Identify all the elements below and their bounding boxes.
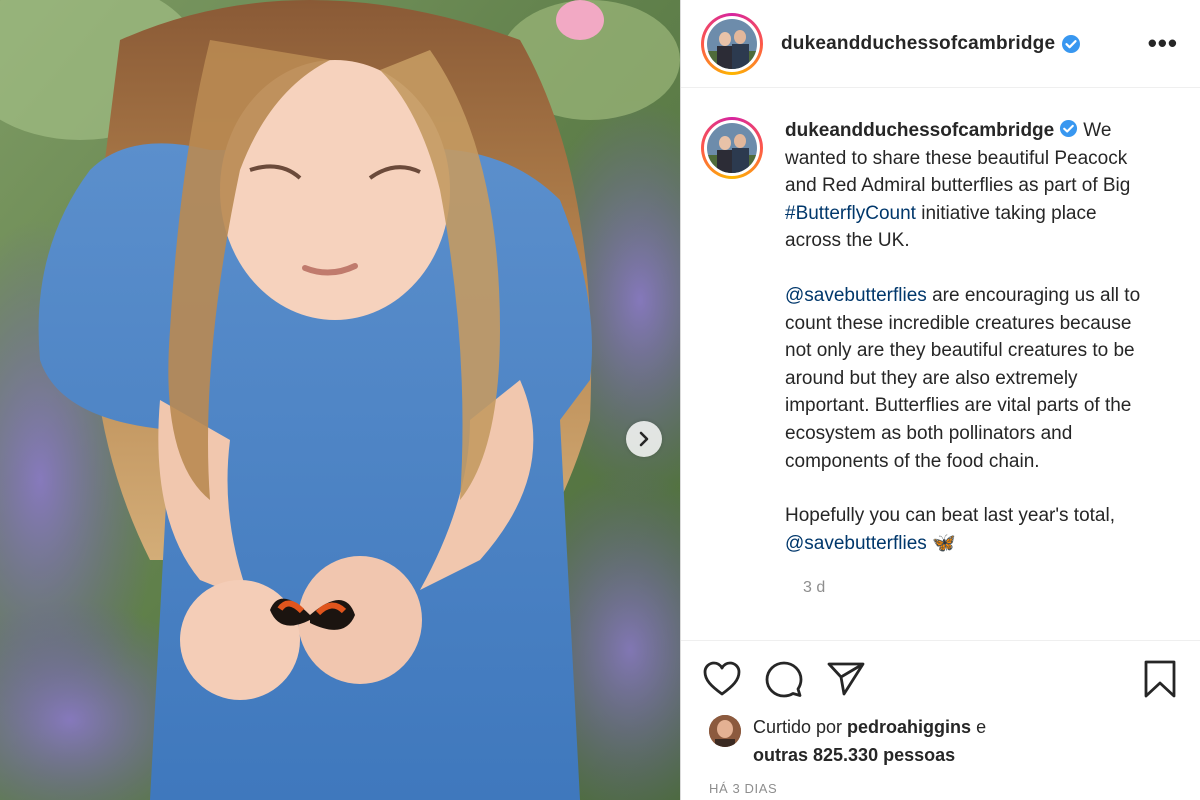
caption-author-avatar[interactable]	[701, 117, 763, 179]
photo-girl-holding-butterfly	[0, 0, 680, 800]
caption-p3-text: Hopefully you can beat last year's total…	[785, 505, 1115, 527]
action-bar	[681, 641, 1200, 703]
likes-mid: e	[971, 717, 987, 737]
caption-paragraph-3: Hopefully you can beat last year's total…	[785, 502, 1155, 557]
mention-link[interactable]: @savebutterflies	[785, 533, 927, 554]
butterfly-emoji: 🦋	[932, 532, 956, 554]
comment-icon	[765, 661, 803, 697]
post-actions-section: Curtido por pedroahiggins e outras 825.3…	[681, 640, 1200, 800]
caption-paragraph-2: @savebutterflies are encouraging us all …	[785, 282, 1155, 475]
bookmark-icon	[1144, 660, 1176, 697]
like-button[interactable]	[703, 661, 741, 702]
likes-summary: Curtido por pedroahiggins e outras 825.3…	[681, 703, 1200, 769]
next-photo-button[interactable]	[626, 421, 662, 457]
likes-others-count[interactable]: outras 825.330 pessoas	[753, 745, 955, 765]
liker-avatar-image	[709, 715, 741, 747]
caption-p2-text: are encouraging us all to count these in…	[785, 284, 1141, 472]
post-photo[interactable]	[0, 0, 680, 800]
share-button[interactable]	[827, 661, 865, 702]
instagram-post: dukeandduchessofcambridge ••• dukeandduc…	[0, 0, 1200, 800]
liker-avatar[interactable]	[709, 715, 741, 747]
caption-username[interactable]: dukeandduchessofcambridge	[785, 120, 1054, 141]
caption-area: dukeandduchessofcambridge We wanted to sh…	[681, 89, 1200, 639]
post-side-panel: dukeandduchessofcambridge ••• dukeandduc…	[680, 0, 1200, 800]
hashtag-link[interactable]: #ButterflyCount	[785, 203, 916, 224]
avatar-image	[707, 123, 757, 173]
post-header: dukeandduchessofcambridge •••	[681, 0, 1200, 88]
chevron-right-icon	[639, 431, 649, 447]
heart-icon	[703, 661, 741, 695]
liker-username[interactable]: pedroahiggins	[847, 717, 971, 737]
verified-badge-icon	[1062, 34, 1081, 53]
caption-text: dukeandduchessofcambridge We wanted to sh…	[785, 117, 1155, 557]
caption-timestamp: 3 d	[803, 579, 826, 597]
post-date[interactable]: HÁ 3 DIAS	[709, 781, 777, 796]
author-avatar[interactable]	[701, 12, 763, 75]
author-username[interactable]: dukeandduchessofcambridge	[781, 33, 1055, 55]
more-options-button[interactable]: •••	[1148, 28, 1178, 59]
save-button[interactable]	[1143, 660, 1177, 703]
likes-text: Curtido por pedroahiggins e outras 825.3…	[753, 713, 986, 769]
paper-plane-icon	[827, 662, 865, 695]
likes-prefix: Curtido por	[753, 717, 848, 737]
verified-badge-icon	[1060, 120, 1078, 138]
avatar-image	[707, 18, 757, 69]
comment-button[interactable]	[765, 660, 803, 703]
mention-link[interactable]: @savebutterflies	[785, 285, 927, 306]
